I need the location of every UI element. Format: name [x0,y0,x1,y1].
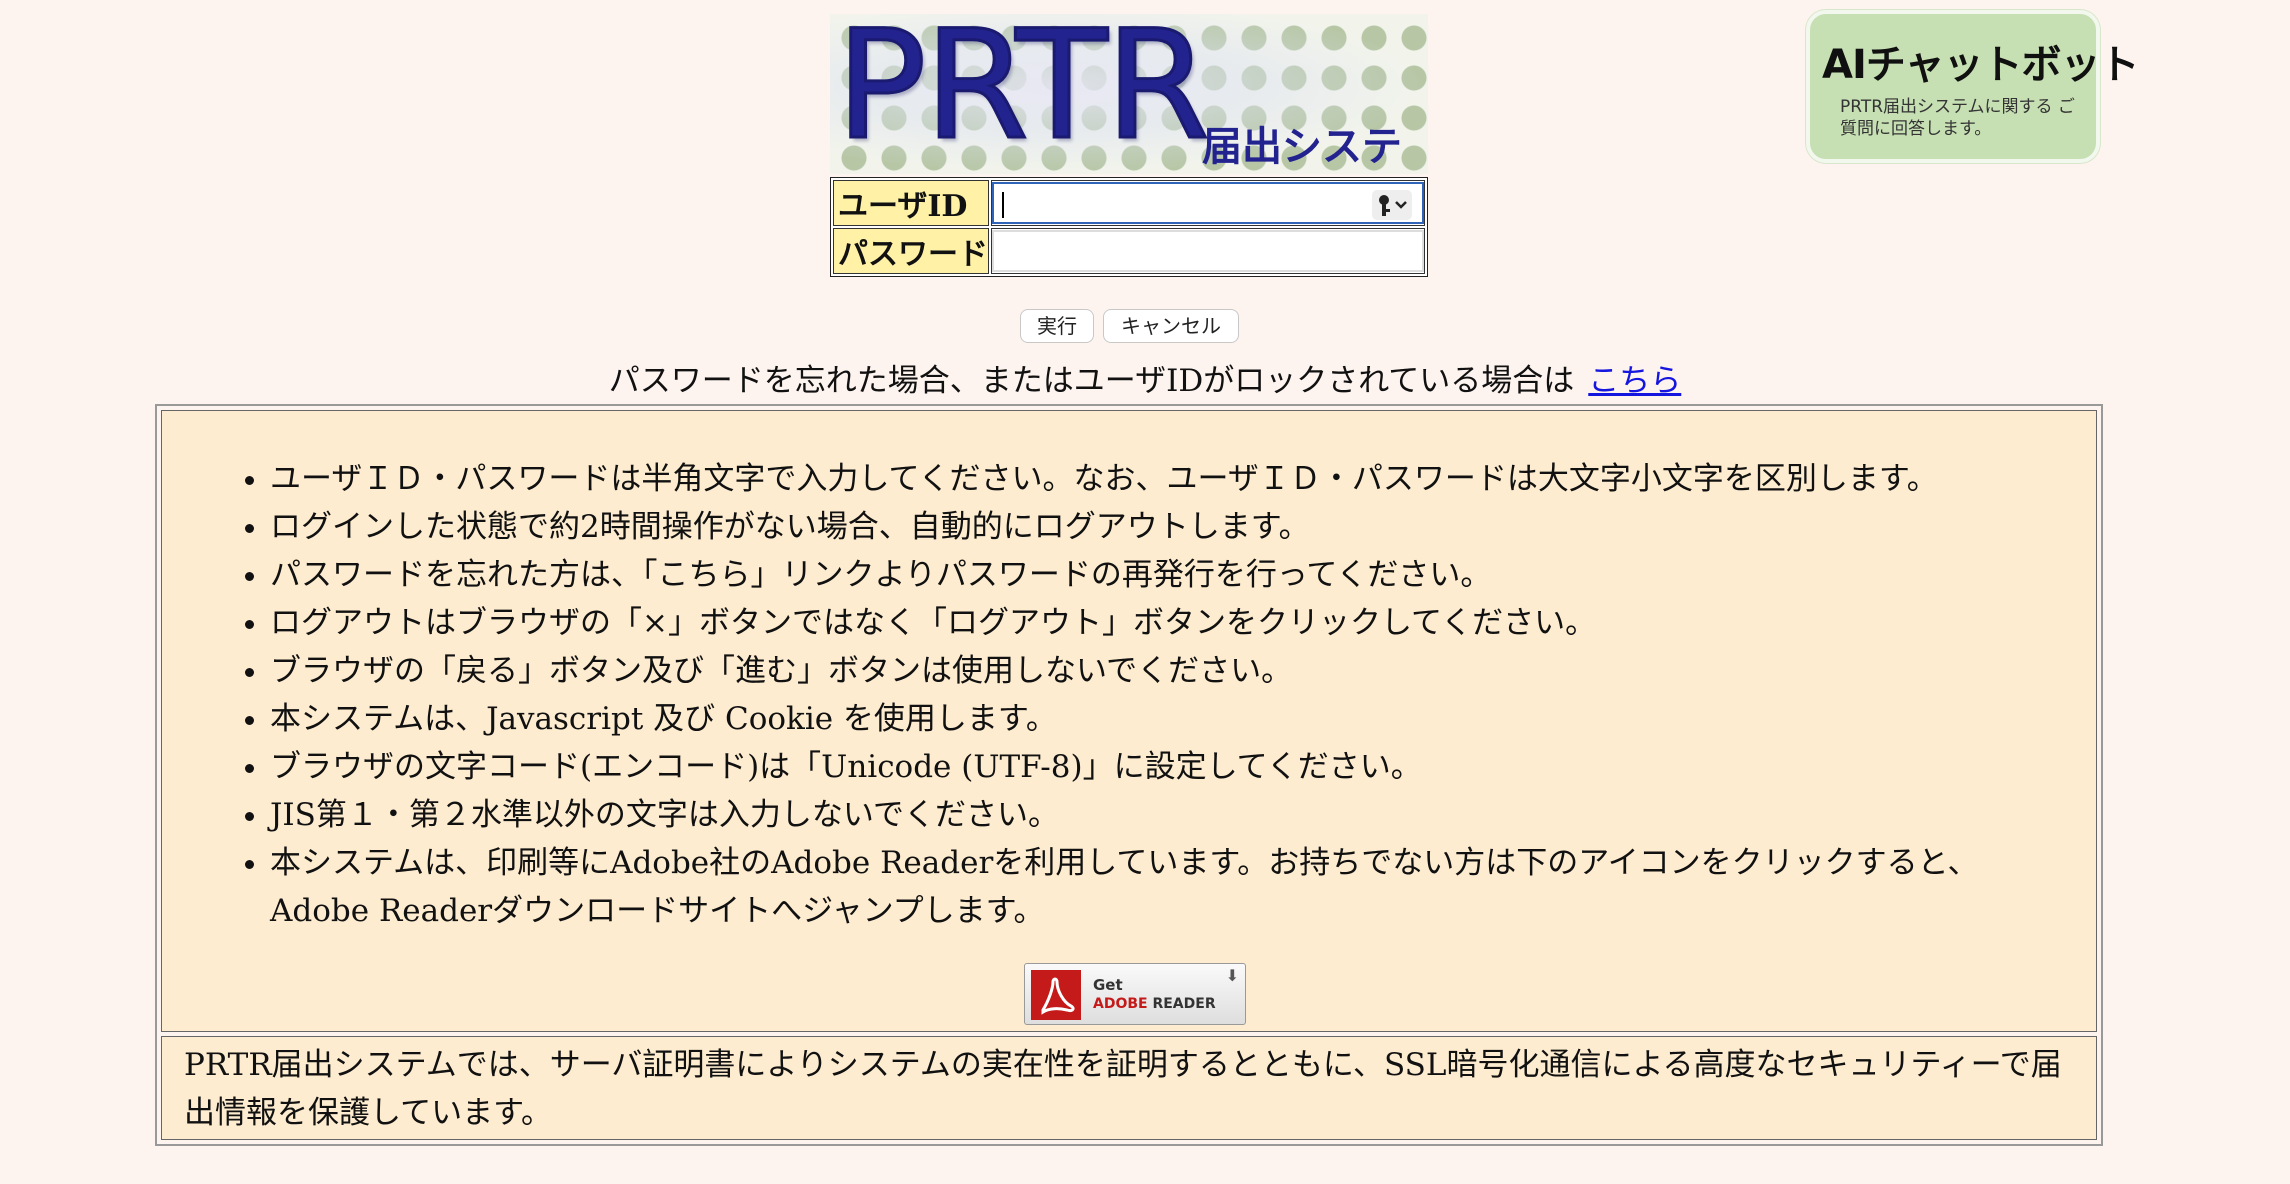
password-label: パスワード [833,228,989,274]
prtr-logo: PRTR 届出システム [830,14,1428,174]
password-manager-key-icon[interactable] [1372,190,1412,220]
notice-item: ユーザＩＤ・パスワードは半角文字で入力してください。なお、ユーザＩＤ・パスワード… [270,455,2070,503]
ai-chatbot-button[interactable]: AIチャットボット PRTR届出システムに関する ご質問に回答します。 [1806,10,2139,163]
adobe-brand: ADOBE [1093,996,1148,1012]
password-input[interactable] [992,230,1424,272]
logo-title: PRTR [835,14,1212,173]
adobe-reader-icon [1031,970,1081,1020]
user-id-input[interactable] [992,182,1424,224]
user-id-label: ユーザID [833,180,989,226]
adobe-product: READER [1147,996,1216,1012]
notice-item: ブラウザの文字コード(エンコード)は「Unicode (UTF-8)」に設定して… [270,743,2070,791]
get-adobe-reader-button[interactable]: Get ADOBE READER ⬇ [1024,963,1246,1025]
adobe-get-label: Get [1093,976,1123,994]
notice-item: JIS第１・第２水準以外の文字は入力しないでください。 [270,791,2070,839]
chatbot-title: AIチャットボット [1822,42,2139,88]
download-arrow-icon: ⬇ [1225,966,1239,985]
submit-button[interactable]: 実行 [1020,309,1094,343]
cancel-button[interactable]: キャンセル [1103,309,1239,343]
notice-item: ログアウトはブラウザの「×」ボタンではなく「ログアウト」ボタンをクリックしてくだ… [270,599,2070,647]
adobe-reader-label: ADOBE READER [1093,996,1216,1012]
login-form: ユーザID パスワード [830,177,1428,277]
forgot-password-text: パスワードを忘れた場合、またはユーザIDがロックされている場合は [608,363,1575,399]
notice-section: ユーザＩＤ・パスワードは半角文字で入力してください。なお、ユーザＩＤ・パスワード… [161,410,2097,1032]
forgot-password-link[interactable]: こちら [1588,363,1681,399]
notice-list: ユーザＩＤ・パスワードは半角文字で入力してください。なお、ユーザＩＤ・パスワード… [270,455,2070,935]
info-panel: ユーザＩＤ・パスワードは半角文字で入力してください。なお、ユーザＩＤ・パスワード… [155,404,2103,1146]
chatbot-description: PRTR届出システムに関する ご質問に回答します。 [1840,97,2075,139]
notice-item: パスワードを忘れた方は、「こちら」リンクよりパスワードの再発行を行ってください。 [270,551,2070,599]
text-caret [1002,192,1004,218]
notice-item: 本システムは、Javascript 及び Cookie を使用します。 [270,695,2070,743]
notice-item: 本システムは、印刷等にAdobe社のAdobe Readerを利用しています。お… [270,839,2070,935]
logo-subtitle: 届出システム [1202,124,1402,170]
ssl-notice: PRTR届出システムでは、サーバ証明書によりシステムの実在性を証明するとともに、… [161,1036,2097,1140]
notice-item: ログインした状態で約2時間操作がない場合、自動的にログアウトします。 [270,503,2070,551]
notice-item: ブラウザの「戻る」ボタン及び「進む」ボタンは使用しないでください。 [270,647,2070,695]
forgot-password-notice: パスワードを忘れた場合、またはユーザIDがロックされている場合は こちら [0,355,2290,400]
